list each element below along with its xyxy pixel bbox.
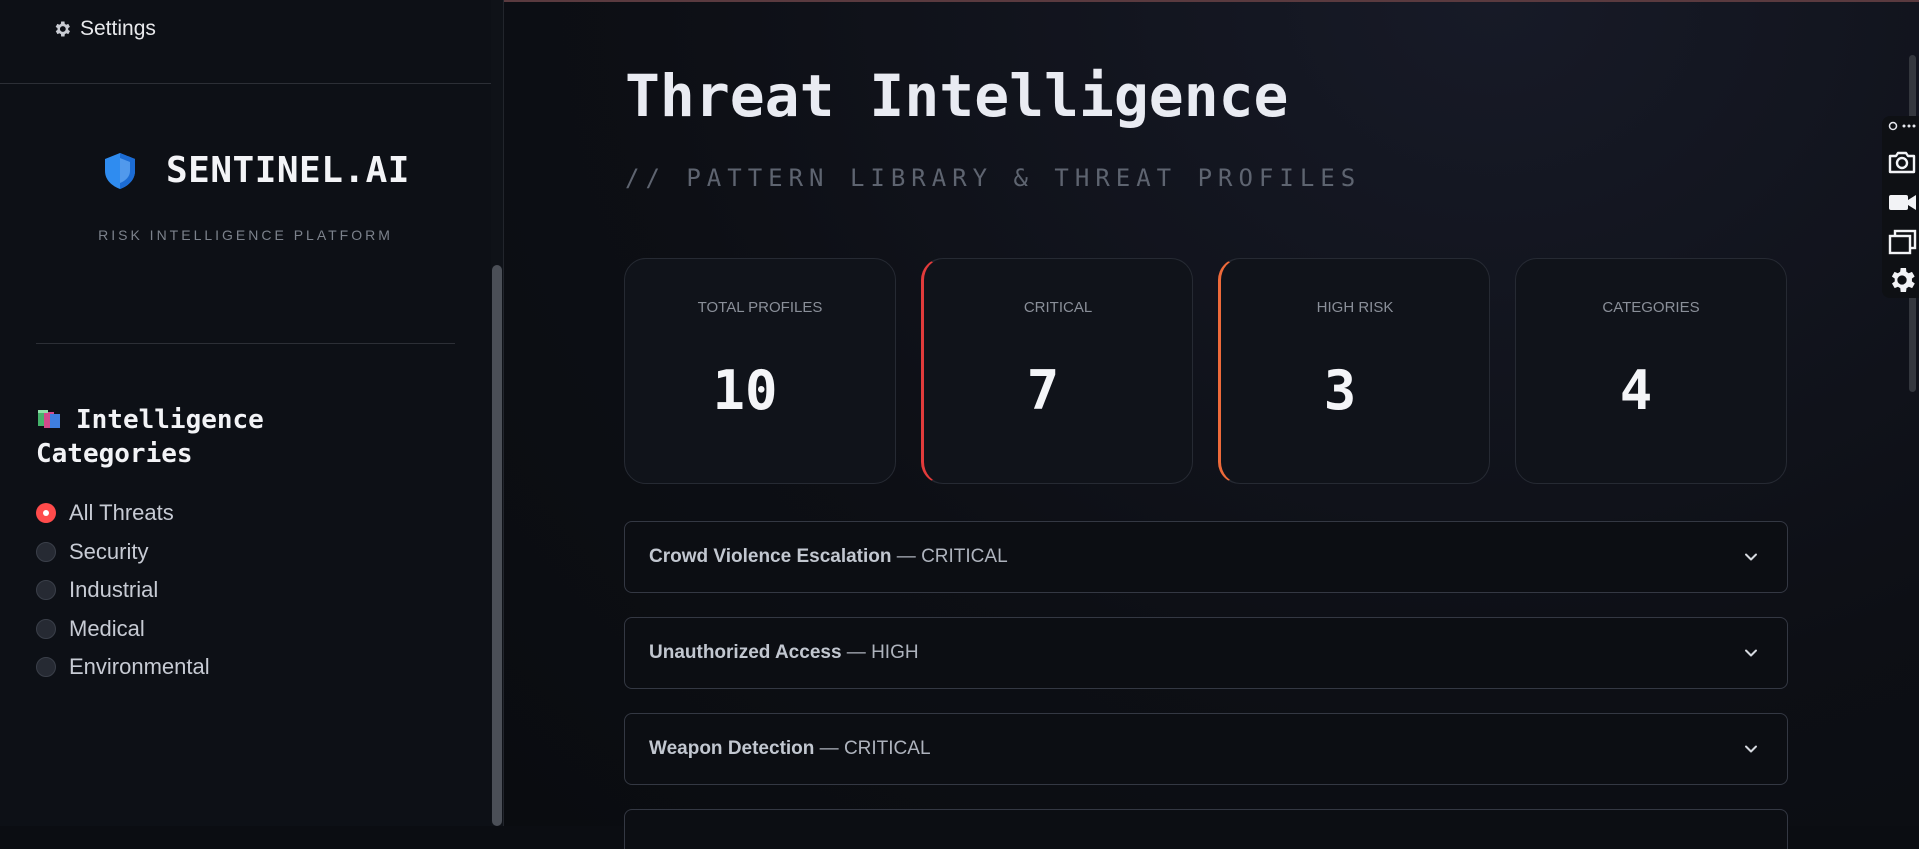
- metric-value: 3: [1323, 359, 1357, 422]
- threat-profile-expander[interactable]: [624, 809, 1788, 849]
- expander-title: Crowd Violence Escalation — CRITICAL: [649, 522, 1008, 592]
- more-options-icon[interactable]: [1888, 120, 1916, 132]
- brand: SENTINEL.AI: [102, 150, 410, 191]
- radio-button[interactable]: [36, 541, 56, 562]
- profile-level: — HIGH: [846, 642, 919, 663]
- shield-icon: [105, 152, 135, 189]
- radio-security[interactable]: Security: [36, 533, 210, 572]
- floating-toolbar: [1882, 116, 1919, 298]
- metric-value: 4: [1619, 359, 1653, 422]
- radio-button-selected[interactable]: [36, 503, 56, 524]
- metric-label: TOTAL PROFILES: [697, 299, 823, 316]
- expander-title: Weapon Detection — CRITICAL: [649, 714, 931, 784]
- camera-icon[interactable]: [1886, 146, 1918, 178]
- metric-label: CRITICAL: [1023, 299, 1093, 316]
- metric-card-total-profiles: TOTAL PROFILES 10: [624, 258, 896, 484]
- settings-link[interactable]: Settings: [52, 14, 156, 44]
- profile-name: Unauthorized Access: [649, 642, 842, 663]
- expander-title: Unauthorized Access — HIGH: [649, 618, 919, 688]
- chevron-down-icon[interactable]: [1743, 549, 1759, 565]
- threat-profile-expander[interactable]: Weapon Detection — CRITICAL: [624, 713, 1788, 785]
- threat-profile-expander[interactable]: Crowd Violence Escalation — CRITICAL: [624, 521, 1788, 593]
- categories-heading-text: Intelligence Categories: [36, 405, 264, 469]
- books-icon: [38, 410, 60, 428]
- sidebar: Settings SENTINEL.AI RISK INTELLIGENCE P…: [0, 0, 491, 826]
- metric-value: 10: [712, 359, 778, 422]
- main-content: Threat Intelligence // PATTERN LIBRARY &…: [504, 2, 1919, 849]
- radio-label: Industrial: [69, 577, 159, 603]
- gear-icon: [55, 21, 70, 37]
- radio-button[interactable]: [36, 580, 56, 601]
- radio-all-threats[interactable]: All Threats: [36, 494, 210, 533]
- metric-value: 7: [1026, 359, 1060, 422]
- metric-label: CATEGORIES: [1602, 299, 1700, 316]
- page-subtitle: // PATTERN LIBRARY & THREAT PROFILES: [625, 164, 1362, 192]
- radio-industrial[interactable]: Industrial: [36, 571, 210, 610]
- profile-level: — CRITICAL: [819, 738, 931, 759]
- radio-label: All Threats: [69, 500, 174, 526]
- settings-label: Settings: [80, 17, 156, 40]
- radio-label: Environmental: [69, 654, 210, 680]
- profile-name: Weapon Detection: [649, 738, 815, 759]
- radio-button[interactable]: [36, 618, 56, 639]
- categories-heading: Intelligence Categories: [36, 403, 396, 471]
- radio-label: Security: [69, 538, 149, 564]
- gear-icon[interactable]: [1886, 264, 1918, 296]
- sidebar-scrollbar-thumb[interactable]: [492, 265, 502, 826]
- radio-medical[interactable]: Medical: [36, 610, 210, 649]
- profile-level: — CRITICAL: [896, 546, 1008, 567]
- metric-card-critical: CRITICAL 7: [921, 258, 1193, 484]
- brand-tagline: RISK INTELLIGENCE PLATFORM: [98, 227, 393, 243]
- chevron-down-icon[interactable]: [1743, 645, 1759, 661]
- profile-name: Crowd Violence Escalation: [649, 546, 892, 567]
- radio-button[interactable]: [36, 657, 56, 678]
- sidebar-divider: [0, 83, 491, 84]
- radio-label: Medical: [69, 615, 145, 641]
- metric-label: HIGH RISK: [1316, 299, 1394, 316]
- radio-environmental[interactable]: Environmental: [36, 648, 210, 687]
- sidebar-divider: [36, 343, 455, 344]
- category-radio-group: All Threats Security Industrial Medical …: [36, 494, 210, 687]
- metric-card-categories: CATEGORIES 4: [1515, 258, 1787, 484]
- video-icon[interactable]: [1886, 186, 1918, 218]
- page-title: Threat Intelligence: [625, 62, 1289, 130]
- threat-profile-expander[interactable]: Unauthorized Access — HIGH: [624, 617, 1788, 689]
- gallery-icon[interactable]: [1886, 226, 1918, 258]
- chevron-down-icon[interactable]: [1743, 741, 1759, 757]
- metric-card-high-risk: HIGH RISK 3: [1218, 258, 1490, 484]
- brand-name: SENTINEL.AI: [166, 150, 410, 191]
